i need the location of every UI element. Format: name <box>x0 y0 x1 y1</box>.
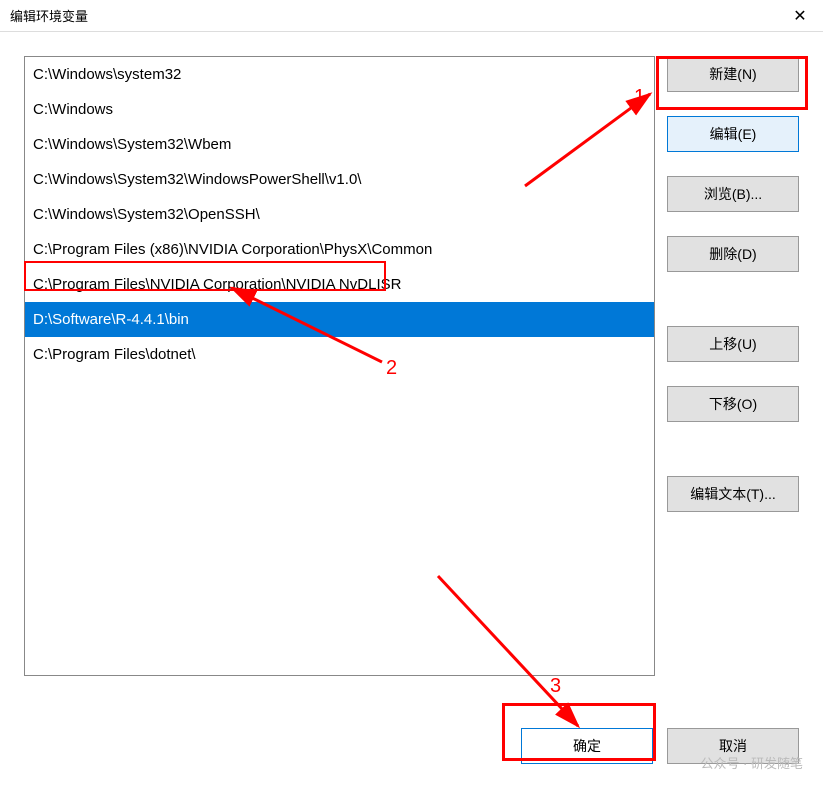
list-item[interactable]: C:\Windows\System32\WindowsPowerShell\v1… <box>25 162 654 197</box>
cancel-button[interactable]: 取消 <box>667 728 799 764</box>
list-item[interactable]: C:\Program Files (x86)\NVIDIA Corporatio… <box>25 232 654 267</box>
list-item[interactable]: C:\Windows\system32 <box>25 57 654 92</box>
movedown-button[interactable]: 下移(O) <box>667 386 799 422</box>
list-item[interactable]: C:\Windows\System32\Wbem <box>25 127 654 162</box>
list-item[interactable]: C:\Program Files\NVIDIA Corporation\NVID… <box>25 267 654 302</box>
list-item[interactable]: C:\Windows <box>25 92 654 127</box>
delete-button[interactable]: 删除(D) <box>667 236 799 272</box>
moveup-button[interactable]: 上移(U) <box>667 326 799 362</box>
window-title: 编辑环境变量 <box>10 6 777 25</box>
titlebar: 编辑环境变量 ✕ <box>0 0 823 32</box>
button-column: 新建(N) 编辑(E) 浏览(B)... 删除(D) 上移(U) 下移(O) 编… <box>667 56 799 702</box>
new-button[interactable]: 新建(N) <box>667 56 799 92</box>
edittext-button[interactable]: 编辑文本(T)... <box>667 476 799 512</box>
list-item[interactable]: C:\Windows\System32\OpenSSH\ <box>25 197 654 232</box>
list-item[interactable]: C:\Program Files\dotnet\ <box>25 337 654 372</box>
dialog-footer: 确定 取消 <box>521 728 799 764</box>
ok-button[interactable]: 确定 <box>521 728 653 764</box>
browse-button[interactable]: 浏览(B)... <box>667 176 799 212</box>
path-listbox[interactable]: C:\Windows\system32 C:\Windows C:\Window… <box>24 56 655 676</box>
dialog-body: C:\Windows\system32 C:\Windows C:\Window… <box>0 32 823 702</box>
close-icon: ✕ <box>793 6 806 26</box>
close-button[interactable]: ✕ <box>777 0 823 32</box>
list-item-selected[interactable]: D:\Software\R-4.4.1\bin <box>25 302 654 337</box>
edit-button[interactable]: 编辑(E) <box>667 116 799 152</box>
